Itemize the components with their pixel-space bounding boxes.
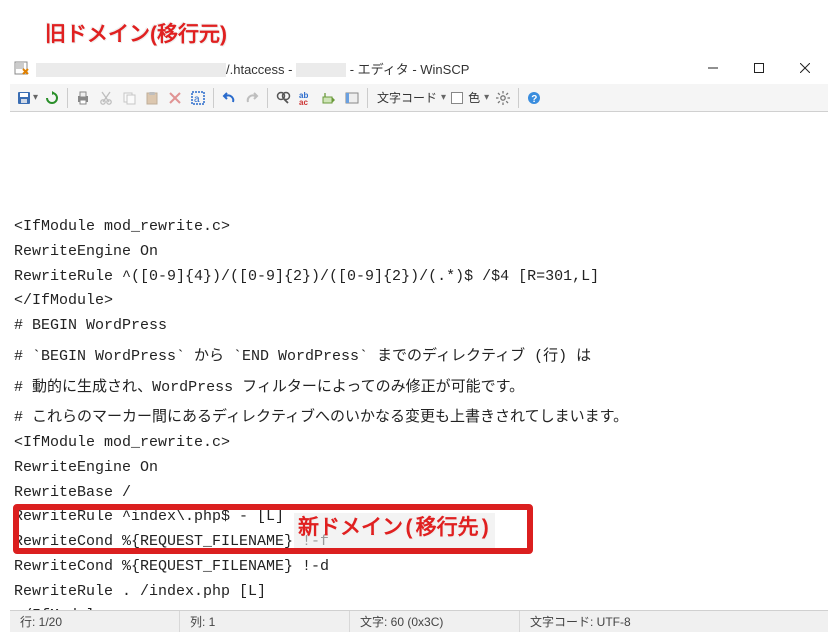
- status-line: 行: 1/20: [10, 611, 180, 632]
- color-menu[interactable]: 色▾: [449, 87, 491, 109]
- editor-line: # 動的に生成され、WordPress フィルターによってのみ修正が可能です。: [14, 376, 824, 401]
- maximize-button[interactable]: [736, 52, 782, 84]
- window-controls: [690, 52, 828, 84]
- select-all-button[interactable]: a: [187, 87, 209, 109]
- toolbar-separator: [213, 88, 214, 108]
- editor-line: RewriteEngine On: [14, 240, 824, 265]
- close-button[interactable]: [782, 52, 828, 84]
- editor-line: # `BEGIN WordPress` から `END WordPress` ま…: [14, 345, 824, 370]
- delete-button[interactable]: [164, 87, 186, 109]
- title-bar: /.htaccess - - エディタ - WinSCP: [10, 52, 828, 84]
- text-editor[interactable]: 新ドメイン(移行先) <IfModule mod_rewrite.c>Rewri…: [10, 112, 828, 610]
- encoding-label: 文字コード: [374, 89, 440, 106]
- toolbar-separator: [67, 88, 68, 108]
- color-swatch-icon: [451, 92, 463, 104]
- status-char: 文字: 60 (0x3C): [350, 611, 520, 632]
- editor-line: </IfModule>: [14, 604, 824, 610]
- save-button[interactable]: ▾: [14, 87, 40, 109]
- dropdown-icon: ▾: [441, 92, 446, 103]
- print-button[interactable]: [72, 87, 94, 109]
- status-column: 列: 1: [180, 611, 350, 632]
- toolbar-separator: [367, 88, 368, 108]
- window-title: /.htaccess - - エディタ - WinSCP: [36, 59, 690, 78]
- annotation-old-domain: 旧ドメイン(移行元): [45, 18, 227, 48]
- editor-line: RewriteRule ^([0-9]{4})/([0-9]{2})/([0-9…: [14, 265, 824, 290]
- svg-text:a: a: [194, 94, 200, 105]
- editor-line: RewriteEngine On: [14, 456, 824, 481]
- title-path-part: /.htaccess -: [226, 62, 296, 77]
- editor-line: </IfModule>: [14, 289, 824, 314]
- svg-text:?: ?: [531, 94, 537, 105]
- copy-button[interactable]: [118, 87, 140, 109]
- editor-line: # BEGIN WordPress: [14, 314, 824, 339]
- editor-line: <IfModule mod_rewrite.c>: [14, 431, 824, 456]
- svg-text:ac: ac: [299, 98, 308, 106]
- help-button[interactable]: ?: [523, 87, 545, 109]
- minimize-button[interactable]: [690, 52, 736, 84]
- status-encoding: 文字コード: UTF-8: [520, 611, 828, 632]
- toolbar: ▾ a abac 文字コード▾ 色▾ ?: [10, 84, 828, 112]
- title-suffix: - エディタ - WinSCP: [346, 62, 469, 77]
- toolbar-separator: [267, 88, 268, 108]
- masked-path: [36, 63, 226, 77]
- editor-line: RewriteCond %{REQUEST_FILENAME} !-d: [14, 555, 824, 580]
- replace-button[interactable]: abac: [295, 87, 317, 109]
- dropdown-icon: ▾: [33, 92, 38, 103]
- paste-button[interactable]: [141, 87, 163, 109]
- cut-button[interactable]: [95, 87, 117, 109]
- status-bar: 行: 1/20 列: 1 文字: 60 (0x3C) 文字コード: UTF-8: [10, 610, 828, 632]
- editor-window: /.htaccess - - エディタ - WinSCP ▾ a abac 文字…: [10, 52, 828, 632]
- editor-line: # これらのマーカー間にあるディレクティブへのいかなる変更も上書きされてしまいま…: [14, 406, 824, 431]
- masked-name: [296, 63, 346, 77]
- color-label: 色: [465, 89, 483, 106]
- toolbar-separator: [518, 88, 519, 108]
- annotation-new-domain: 新ドメイン(移行先): [294, 513, 495, 548]
- dropdown-icon: ▾: [484, 92, 489, 103]
- app-icon: [14, 60, 30, 76]
- bookmark-button[interactable]: [341, 87, 363, 109]
- redo-button[interactable]: [241, 87, 263, 109]
- find-button[interactable]: [272, 87, 294, 109]
- goto-button[interactable]: [318, 87, 340, 109]
- settings-button[interactable]: [492, 87, 514, 109]
- undo-button[interactable]: [218, 87, 240, 109]
- encoding-menu[interactable]: 文字コード▾: [372, 87, 448, 109]
- editor-line: RewriteBase /: [14, 481, 824, 506]
- editor-line: RewriteRule . /index.php [L]: [14, 580, 824, 605]
- reload-button[interactable]: [41, 87, 63, 109]
- editor-line: <IfModule mod_rewrite.c>: [14, 215, 824, 240]
